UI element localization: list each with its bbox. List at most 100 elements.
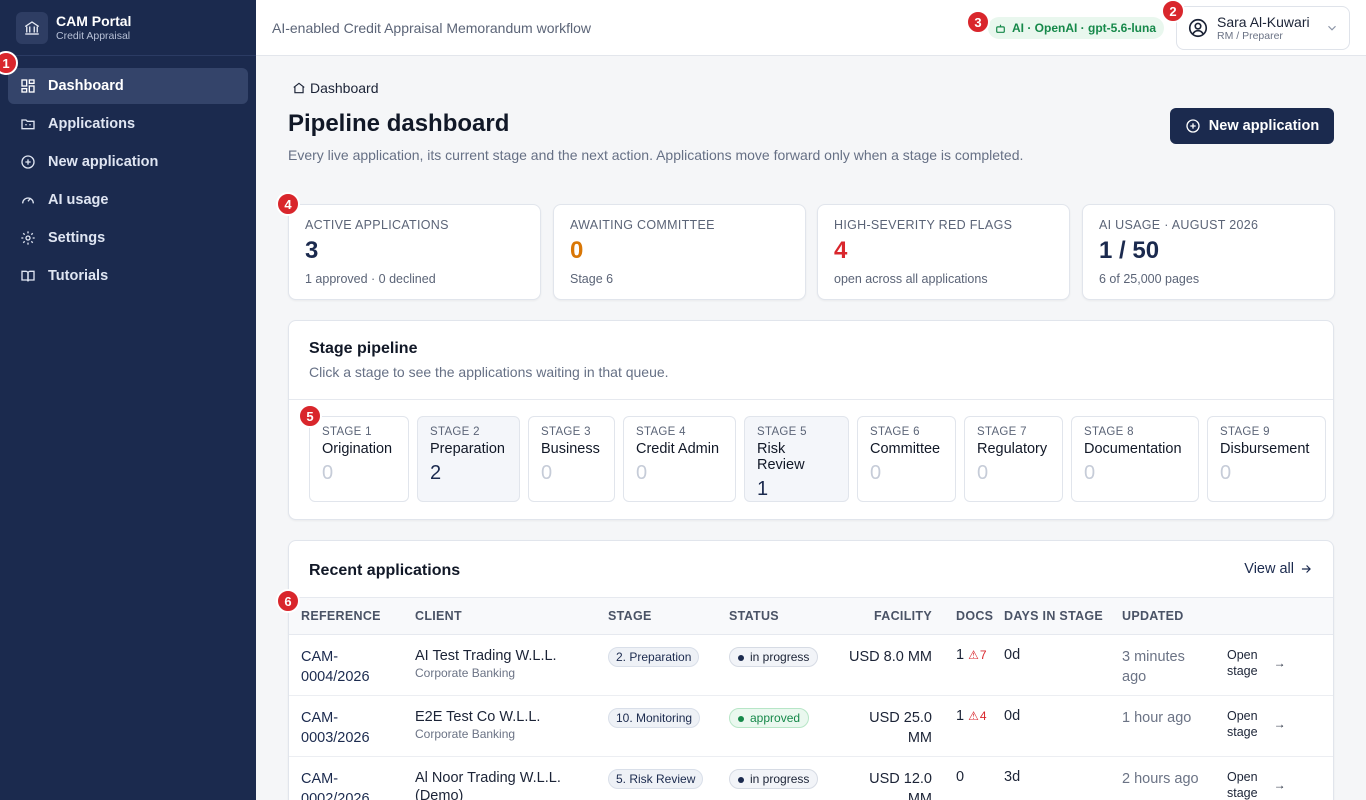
status-badge: in progress	[729, 647, 819, 667]
kpi-sub: open across all applications	[834, 272, 988, 286]
table-row[interactable]: CAM- 0003/2026 E2E Test Co W.L.L. Corporat…	[289, 695, 1333, 757]
open-stage-link[interactable]: Open stage →	[1227, 708, 1333, 740]
client-name: E2E Test Co W.L.L.	[415, 709, 541, 725]
stage-number: STAGE 3	[541, 426, 591, 438]
new-application-label: New application	[1208, 118, 1320, 134]
annotation-badge-3: 3	[966, 10, 990, 34]
days-in-stage: 0d	[1004, 695, 1122, 757]
stage-disbursement[interactable]: STAGE 9 Disbursement 0	[1207, 416, 1326, 502]
stage-name: Preparation	[430, 441, 505, 457]
gauge-icon	[20, 192, 36, 208]
topbar: AI-enabled Credit Appraisal Memorandum w…	[256, 0, 1366, 56]
stage-name: Origination	[322, 441, 393, 457]
page-title: Pipeline dashboard	[288, 110, 510, 137]
stage-preparation[interactable]: STAGE 2 Preparation 2	[417, 416, 520, 502]
arrow-right-icon: →	[1273, 656, 1286, 670]
column-header[interactable]: DAYS IN STAGE	[1004, 597, 1122, 635]
column-header[interactable]: STAGE	[608, 597, 729, 635]
warning-icon: ⚠	[968, 648, 979, 662]
sidebar-item-label: Dashboard	[48, 78, 124, 94]
arrow-right-icon: →	[1273, 717, 1286, 731]
kpi-awaiting-committee[interactable]: AWAITING COMMITTEE 0 Stage 6	[553, 204, 806, 300]
brand[interactable]: CAM Portal Credit Appraisal	[0, 0, 256, 56]
stage-count: 2	[430, 462, 442, 484]
folder-icon	[20, 116, 36, 132]
sidebar-nav: Dashboard Applications New application A…	[0, 56, 256, 308]
facility: USD 8.0 MM	[831, 634, 944, 696]
stage-business[interactable]: STAGE 3 Business 0	[528, 416, 615, 502]
stage-count: 0	[870, 462, 882, 484]
updated: 1 hour ago	[1122, 710, 1192, 726]
stage-risk-review[interactable]: STAGE 5 Risk Review 1	[744, 416, 849, 502]
stage-count: 0	[541, 462, 553, 484]
reference[interactable]: CAM- 0002/2026	[301, 769, 415, 800]
stage-regulatory[interactable]: STAGE 7 Regulatory 0	[964, 416, 1063, 502]
stage-credit-admin[interactable]: STAGE 4 Credit Admin 0	[623, 416, 736, 502]
breadcrumb[interactable]: Dashboard	[292, 80, 379, 96]
sidebar-item-tutorials[interactable]: Tutorials	[8, 258, 248, 294]
column-header[interactable]: DOCS	[944, 597, 1004, 635]
arrow-right-icon	[1301, 565, 1311, 573]
table-row[interactable]: CAM- 0004/2026 AI Test Trading W.L.L. Corp…	[289, 634, 1333, 696]
kpi-active-applications[interactable]: ACTIVE APPLICATIONS 3 1 approved · 0 dec…	[288, 204, 541, 300]
open-stage-link[interactable]: Open stage →	[1227, 647, 1333, 679]
client-unit: (Demo)	[415, 788, 464, 800]
kpi-label: HIGH-SEVERITY RED FLAGS	[834, 218, 1013, 232]
stage-number: STAGE 8	[1084, 426, 1134, 438]
stage-badge: 2. Preparation	[608, 647, 700, 667]
sidebar-item-ai-usage[interactable]: AI usage	[8, 182, 248, 218]
gear-icon	[20, 230, 36, 246]
page-description: Every live application, its current stag…	[288, 147, 1024, 163]
pipeline-subtitle: Click a stage to see the applications wa…	[309, 364, 669, 380]
stage-number: STAGE 5	[757, 426, 807, 438]
user-menu[interactable]: Sara Al-Kuwari RM / Preparer	[1176, 6, 1350, 50]
stage-badge: 10. Monitoring	[608, 708, 701, 728]
stage-count: 0	[322, 462, 334, 484]
stage-documentation[interactable]: STAGE 8 Documentation 0	[1071, 416, 1199, 502]
reference[interactable]: CAM- 0004/2026	[301, 647, 415, 687]
column-header[interactable]: UPDATED	[1122, 597, 1227, 635]
open-stage-link[interactable]: Open stage →	[1227, 769, 1333, 800]
stage-number: STAGE 7	[977, 426, 1027, 438]
sidebar-item-dashboard[interactable]: Dashboard	[8, 68, 248, 104]
plus-circle-icon	[20, 154, 36, 170]
stage-name: Documentation	[1084, 441, 1182, 457]
stage-name: Risk Review	[757, 441, 805, 473]
table-row[interactable]: CAM- 0002/2026 Al Noor Trading W.L.L. (Dem…	[289, 756, 1333, 800]
column-header[interactable]: FACILITY	[831, 597, 944, 635]
arrow-right-icon: →	[1273, 778, 1286, 792]
kpi-value: 0	[570, 237, 584, 264]
user-icon	[1188, 18, 1208, 38]
annotation-badge-6: 6	[276, 589, 300, 613]
stage-origination[interactable]: STAGE 1 Origination 0	[309, 416, 409, 502]
kpi-sub: 6 of 25,000 pages	[1099, 272, 1200, 286]
stage-number: STAGE 9	[1220, 426, 1270, 438]
stage-count: 0	[977, 462, 989, 484]
view-all-link[interactable]: View all	[1244, 561, 1313, 577]
stage-committee[interactable]: STAGE 6 Committee 0	[857, 416, 956, 502]
dashboard-icon	[20, 78, 36, 94]
kpi-red-flags[interactable]: HIGH-SEVERITY RED FLAGS 4 open across al…	[817, 204, 1070, 300]
stage-number: STAGE 2	[430, 426, 480, 438]
stage-number: STAGE 1	[322, 426, 372, 438]
column-header[interactable]: STATUS	[729, 597, 831, 635]
plus-circle-icon	[1186, 119, 1200, 133]
recent-title: Recent applications	[309, 562, 461, 579]
client-name: AI Test Trading W.L.L.	[415, 648, 557, 664]
sidebar-item-applications[interactable]: Applications	[8, 106, 248, 142]
kpi-ai-usage[interactable]: AI USAGE · AUGUST 2026 1 / 50 6 of 25,00…	[1082, 204, 1335, 300]
sidebar-item-settings[interactable]: Settings	[8, 220, 248, 256]
ai-model-chip[interactable]: AI · OpenAI · gpt-5.6-luna	[988, 17, 1164, 39]
new-application-button[interactable]: New application	[1170, 108, 1334, 144]
reference[interactable]: CAM- 0003/2026	[301, 708, 415, 748]
sidebar-item-label: Applications	[48, 116, 136, 132]
pipeline-title: Stage pipeline	[309, 340, 418, 357]
days-in-stage: 3d	[1004, 756, 1122, 800]
stage-name: Business	[541, 441, 600, 457]
facility: USD 25.0 MM	[831, 695, 944, 757]
user-name: Sara Al-Kuwari	[1217, 14, 1310, 30]
recent-applications-card: Recent applications View all REFERENCE C…	[288, 540, 1334, 800]
sidebar-item-new-application[interactable]: New application	[8, 144, 248, 180]
column-header[interactable]: CLIENT	[415, 597, 608, 635]
column-header[interactable]: REFERENCE	[289, 597, 415, 635]
